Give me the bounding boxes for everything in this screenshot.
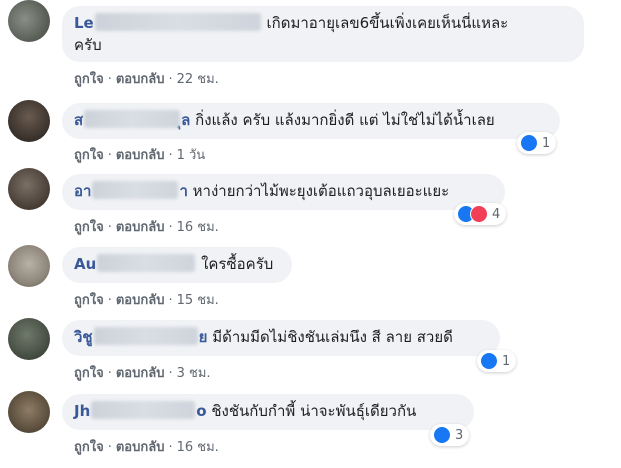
avatar[interactable] (8, 168, 50, 210)
separator-dot: · (168, 366, 173, 381)
separator-dot: · (168, 72, 173, 87)
author-name-visible[interactable]: วิชู (74, 328, 93, 346)
like-reaction-icon (433, 426, 451, 444)
comment-time[interactable]: 16 ชม. (177, 440, 219, 455)
comment-text-line2: ครับ (74, 36, 102, 54)
comment-text: ใครซื้อครับ (201, 255, 274, 273)
reply-link[interactable]: ตอบกลับ (116, 220, 165, 235)
avatar[interactable] (8, 245, 50, 287)
author-name-visible[interactable]: Jh (74, 402, 90, 420)
reaction-summary[interactable]: 3 (430, 424, 470, 446)
author-name-visible-end[interactable]: ุล (181, 111, 190, 129)
comment-author[interactable]: อา า (74, 181, 188, 200)
comment-bubble: Jh o ชิงชันกับกำพี้ น่าจะพันธุ์เดียวกัน (62, 394, 474, 430)
reaction-count: 1 (502, 353, 511, 369)
separator-dot: · (168, 440, 173, 455)
author-name-visible[interactable]: Au (74, 255, 96, 273)
separator-dot: · (168, 148, 173, 163)
author-name-redacted (92, 181, 179, 199)
author-name-visible[interactable]: ส (74, 111, 83, 129)
reaction-summary[interactable]: 1 (517, 132, 557, 154)
comment-actions: ถูกใจ · ตอบกลับ · 16 ชม. (74, 436, 219, 457)
reply-link[interactable]: ตอบกลับ (116, 366, 165, 381)
author-name-visible-end[interactable]: า (179, 182, 187, 200)
comment-author[interactable]: Au (74, 254, 196, 273)
comment-time[interactable]: 3 ชม. (177, 366, 211, 381)
comment-bubble: อา า หาง่ายกว่าไม้พะยุงเต้อแถวอุบลเยอะแยะ (62, 174, 505, 210)
separator-dot: · (107, 220, 112, 235)
author-name-redacted (97, 254, 196, 272)
reply-link[interactable]: ตอบกลับ (116, 148, 165, 163)
comment-author[interactable]: สุล (74, 110, 190, 129)
comment-text: มีด้ามมีดไม่ชิงชันเล่มนึง สี ลาย สวยดี (212, 328, 453, 346)
like-link[interactable]: ถูกใจ (74, 293, 104, 308)
like-link[interactable]: ถูกใจ (74, 366, 104, 381)
avatar[interactable] (8, 318, 50, 360)
author-name-redacted (93, 327, 198, 345)
author-name-visible[interactable]: อา (74, 182, 91, 200)
comment-thread: Le เกิดมาอายุเลข6ขึ้นเพิ่งเคยเห็นนี่แหละ… (0, 0, 621, 468)
comment-actions: ถูกใจ · ตอบกลับ · 16 ชม. (74, 216, 219, 237)
author-name-redacted (84, 110, 181, 128)
separator-dot: · (107, 148, 112, 163)
comment-time[interactable]: 1 วัน (177, 148, 206, 163)
avatar[interactable] (8, 100, 50, 142)
comment-time[interactable]: 15 ชม. (177, 293, 219, 308)
reaction-count: 3 (455, 427, 464, 443)
comment-actions: ถูกใจ · ตอบกลับ · 1 วัน (74, 144, 205, 165)
separator-dot: · (168, 220, 173, 235)
comment-bubble: Le เกิดมาอายุเลข6ขึ้นเพิ่งเคยเห็นนี่แหละ… (62, 6, 584, 62)
separator-dot: · (107, 72, 112, 87)
comment-actions: ถูกใจ · ตอบกลับ · 3 ชม. (74, 362, 211, 383)
reply-link[interactable]: ตอบกลับ (116, 293, 165, 308)
author-name-redacted (94, 13, 261, 31)
comment-actions: ถูกใจ · ตอบกลับ · 22 ชม. (74, 68, 219, 89)
avatar[interactable] (8, 0, 50, 42)
like-reaction-icon (480, 352, 498, 370)
comment-actions: ถูกใจ · ตอบกลับ · 15 ชม. (74, 289, 219, 310)
reaction-count: 4 (492, 206, 501, 222)
separator-dot: · (107, 366, 112, 381)
comment-author[interactable]: Le (74, 13, 262, 32)
comment-bubble: Au ใครซื้อครับ (62, 247, 292, 283)
love-reaction-icon (470, 205, 488, 223)
avatar[interactable] (8, 391, 50, 433)
separator-dot: · (168, 293, 173, 308)
reaction-count: 1 (542, 135, 551, 151)
separator-dot: · (107, 440, 112, 455)
reply-link[interactable]: ตอบกลับ (116, 440, 165, 455)
comment-text: ชิงชันกับกำพี้ น่าจะพันธุ์เดียวกัน (211, 402, 417, 420)
separator-dot: · (107, 293, 112, 308)
comment-time[interactable]: 16 ชม. (177, 220, 219, 235)
author-name-redacted (91, 401, 196, 419)
comment-text: หาง่ายกว่าไม้พะยุงเต้อแถวอุบลเยอะแยะ (192, 182, 450, 200)
like-reaction-icon (520, 134, 538, 152)
author-name-visible-end[interactable]: ย (199, 328, 208, 346)
like-link[interactable]: ถูกใจ (74, 148, 104, 163)
like-link[interactable]: ถูกใจ (74, 220, 104, 235)
comment-author[interactable]: Jh o (74, 401, 207, 420)
comment-time[interactable]: 22 ชม. (177, 72, 219, 87)
comment-bubble: สุล กิ่งแล้ง ครับ แล้งมากยิ่งดี แต่ ไม่ใ… (62, 103, 560, 139)
author-name-visible-end[interactable]: o (196, 402, 206, 420)
like-link[interactable]: ถูกใจ (74, 72, 104, 87)
reaction-summary[interactable]: 1 (477, 350, 517, 372)
comment-text: กิ่งแล้ง ครับ แล้งมากยิ่งดี แต่ ไม่ใช่ไม… (195, 111, 495, 129)
comment-text: เกิดมาอายุเลข6ขึ้นเพิ่งเคยเห็นนี่แหละ (266, 14, 509, 32)
comment-author[interactable]: วิชู ย (74, 327, 208, 346)
author-name-visible[interactable]: Le (74, 14, 94, 32)
reply-link[interactable]: ตอบกลับ (116, 72, 165, 87)
reaction-summary[interactable]: 4 (454, 203, 507, 225)
like-link[interactable]: ถูกใจ (74, 440, 104, 455)
comment-bubble: วิชู ย มีด้ามมีดไม่ชิงชันเล่มนึง สี ลาย ส… (62, 320, 500, 356)
